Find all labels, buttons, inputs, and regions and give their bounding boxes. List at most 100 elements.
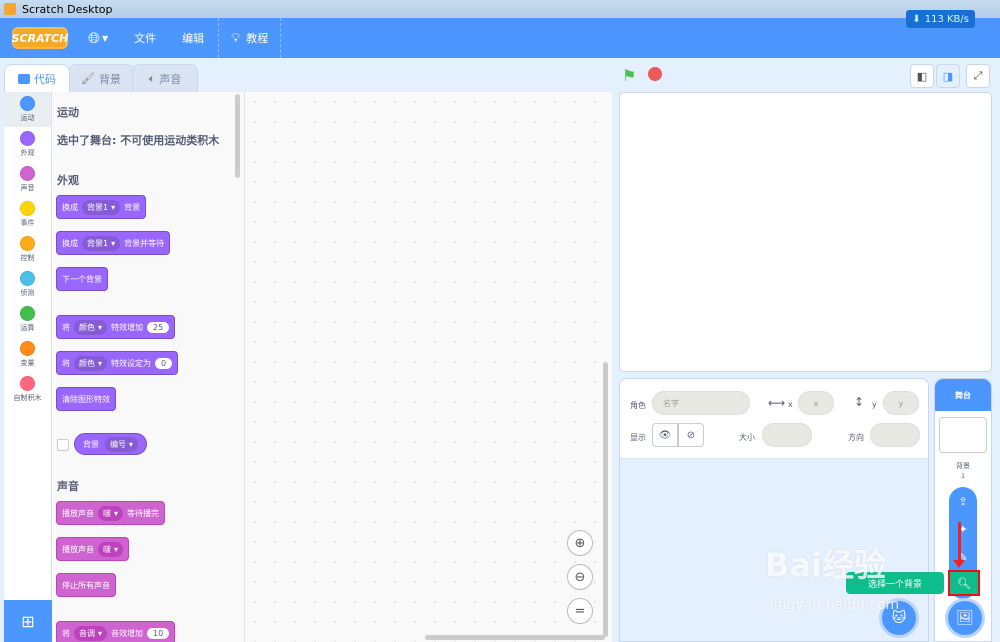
category-variables[interactable]: 变量 [4,337,51,372]
x-label: x [788,400,793,409]
workspace-horizontal-scrollbar[interactable] [425,635,605,640]
start-sound-block[interactable]: 播放声音 啵 [56,537,130,561]
sound-section-title: 声音 [57,480,79,493]
watermark-logo: Bai经验 [765,546,886,584]
x-input[interactable]: x [798,391,834,415]
brush-icon: 🖌︎ [81,72,95,85]
size-label: 大小 [739,433,755,442]
size-input[interactable] [762,423,812,447]
chevron-down-icon: ▼ [102,33,109,43]
fullscreen-icon: ⤢ [973,69,983,82]
sound-dropdown[interactable]: 啵 [98,505,124,521]
category-operators[interactable]: 运算 [4,302,51,337]
annotation-arrow [953,522,965,568]
edit-menu[interactable]: 编辑 [176,18,210,58]
backdrop-dropdown[interactable]: 背景1 [82,199,121,215]
large-stage-button[interactable]: ◨ [936,64,960,88]
zoom-reset-button[interactable]: = [567,598,593,624]
change-sound-effect-block[interactable]: 将 音调 音效增加 10 [56,621,176,642]
sound-dropdown[interactable]: 啵 [98,541,124,557]
sprite-name-input[interactable]: 名字 [652,391,750,415]
stage-thumbnail[interactable] [939,417,987,453]
zoom-out-button[interactable]: ⊖ [567,564,593,590]
green-flag-icon[interactable]: ⚑ [622,66,636,85]
category-events[interactable]: 事件 [4,197,51,232]
add-extension-button[interactable]: ⊞ [4,600,52,642]
switch-backdrop-block[interactable]: 换成 背景1 背景 [56,195,147,219]
y-arrows-icon: ↕ [854,395,865,409]
looks-section-title: 外观 [57,174,79,187]
operators-category-icon [20,306,35,321]
workspace-vertical-scrollbar[interactable] [603,362,608,637]
backdrop-dropdown[interactable]: 背景1 [82,235,121,251]
tutorial-label: 教程 [246,32,269,45]
play-sound-until-done-block[interactable]: 播放声音 啵 等待播完 [56,501,166,525]
block-text: 换成 [62,238,78,248]
search-icon: 🔍︎ [957,576,971,590]
direction-input[interactable] [870,423,920,447]
sensing-category-icon [20,271,35,286]
clear-effects-block[interactable]: 清除图形特效 [56,387,116,411]
y-input[interactable]: y [883,391,919,415]
block-text: 播放声音 [62,544,94,554]
set-effect-block[interactable]: 将 颜色 特效设定为 0 [56,351,179,375]
tab-code[interactable]: 代码 [4,64,70,92]
block-text: 特效设定为 [111,358,152,368]
scratch-logo[interactable]: SCRATCH [12,27,68,49]
menu-bar: SCRATCH 🌐︎ ▼ 文件 编辑 💡︎ 教程 [0,18,1000,58]
small-stage-button[interactable]: ◧ [910,64,934,88]
category-looks[interactable]: 外观 [4,127,51,162]
effect-dropdown[interactable]: 颜色 [74,355,108,371]
script-workspace[interactable]: ⊕ ⊖ = [244,92,612,642]
category-motion[interactable]: 运动 [4,92,51,127]
motion-section-title: 运动 [57,106,79,119]
category-sound[interactable]: 声音 [4,162,51,197]
fullscreen-button[interactable]: ⤢ [966,64,990,88]
choose-backdrop-button[interactable]: 🔍︎ [948,570,980,596]
category-label: 运动 [20,114,35,122]
language-menu[interactable]: 🌐︎ ▼ [82,18,114,58]
choose-backdrop-fab[interactable]: 🖼︎ [945,598,985,638]
next-backdrop-block[interactable]: 下一个背景 [56,267,108,291]
reporter-checkbox[interactable] [57,439,69,451]
palette-scrollbar[interactable] [235,94,240,178]
sprite-info-panel: 角色 名字 ⟷ x x ↕ y y 显示 👁︎ ⊘ 大小 方向 [620,379,928,459]
hide-sprite-button[interactable]: ⊘ [678,423,704,447]
stage-canvas[interactable] [619,92,992,372]
tab-sounds[interactable]: 🔈︎ 声音 [132,64,198,92]
block-text: 清除图形特效 [62,394,110,404]
show-sprite-button[interactable]: 👁︎ [652,423,678,447]
direction-label: 方向 [848,433,864,442]
stop-icon[interactable] [648,67,662,81]
surprise-backdrop-button[interactable]: ✦ [949,515,977,543]
sound-effect-dropdown[interactable]: 音调 [74,625,108,641]
events-category-icon [20,201,35,216]
editor-tabs: 代码 🖌︎ 背景 🔈︎ 声音 [4,64,198,92]
category-control[interactable]: 控制 [4,232,51,267]
category-sensing[interactable]: 侦测 [4,267,51,302]
lightbulb-icon: 💡︎ [231,30,241,46]
effect-dropdown[interactable]: 颜色 [74,319,108,335]
category-label: 侦测 [20,289,35,297]
category-label: 运算 [20,324,35,332]
number-name-dropdown[interactable]: 编号 [105,436,139,452]
upload-backdrop-button[interactable]: ⇪ [949,487,977,515]
category-label: 外观 [20,149,35,157]
sound-effect-amount-input[interactable]: 10 [147,627,170,639]
tab-backdrops[interactable]: 🖌︎ 背景 [68,64,134,92]
block-text: 音效增加 [111,628,144,638]
category-label: 声音 [20,184,35,192]
backdrop-number-reporter[interactable]: 背景 编号 [74,433,148,455]
block-text: 换成 [62,202,78,212]
category-menu: 运动 外观 声音 事件 控制 侦测 运算 变量 自制积木 [4,92,52,642]
zoom-in-button[interactable]: ⊕ [567,530,593,556]
effect-amount-input[interactable]: 25 [147,321,170,333]
category-my-blocks[interactable]: 自制积木 [4,372,51,407]
stop-all-sounds-block[interactable]: 停止所有声音 [56,573,116,597]
tutorial-button[interactable]: 💡︎ 教程 [218,18,282,58]
switch-backdrop-and-wait-block[interactable]: 换成 背景1 背景并等待 [56,231,171,255]
effect-value-input[interactable]: 0 [155,357,173,369]
upload-icon: ⇪ [958,494,968,508]
change-effect-block[interactable]: 将 颜色 特效增加 25 [56,315,176,339]
file-menu[interactable]: 文件 [128,18,162,58]
